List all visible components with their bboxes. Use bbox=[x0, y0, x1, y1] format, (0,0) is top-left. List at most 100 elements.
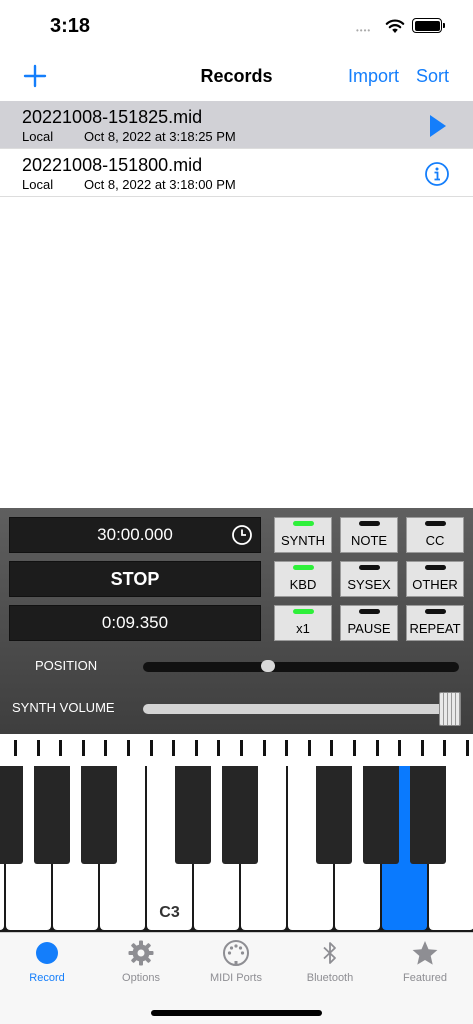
piano-keyboard: C3C4 bbox=[0, 734, 473, 932]
key-label-c3: C3 bbox=[159, 904, 180, 921]
keyboard-range-ruler[interactable] bbox=[0, 734, 473, 766]
timer-value: 30:00.000 bbox=[97, 525, 173, 544]
position-time: 0:09.350 bbox=[101, 613, 169, 632]
play-icon[interactable] bbox=[424, 113, 450, 139]
record-location: Local bbox=[22, 129, 54, 144]
record-name: 20221008-151800.mid bbox=[22, 155, 203, 175]
record-date: Oct 8, 2022 at 3:18:25 PM bbox=[84, 129, 236, 144]
volume-slider-thumb[interactable] bbox=[439, 692, 461, 726]
tab-options[interactable]: Options bbox=[94, 933, 188, 993]
home-indicator bbox=[151, 1010, 322, 1016]
black-key-a3-sharp[interactable] bbox=[410, 766, 446, 864]
ruler-tick bbox=[466, 740, 469, 756]
control-panel: 30:00.000 STOP 0:09.350 SYNTH NOTE CC KB… bbox=[0, 508, 473, 734]
ruler-tick bbox=[285, 740, 289, 756]
black-key-g3-sharp[interactable] bbox=[363, 766, 399, 864]
toggle-label: NOTE bbox=[350, 533, 388, 548]
position-slider-track[interactable] bbox=[143, 662, 459, 672]
toggle-label: PAUSE bbox=[347, 621, 391, 636]
note-toggle[interactable]: NOTE bbox=[340, 517, 398, 553]
ruler-tick bbox=[398, 740, 402, 756]
volume-slider-track[interactable] bbox=[143, 704, 453, 714]
repeat-toggle[interactable]: REPEAT bbox=[406, 605, 464, 641]
led-indicator bbox=[359, 521, 380, 526]
tab-featured[interactable]: Featured bbox=[378, 933, 472, 993]
toggle-label: KBD bbox=[289, 577, 317, 592]
record-row[interactable]: 20221008-151825.mid Local Oct 8, 2022 at… bbox=[0, 101, 473, 149]
sort-button[interactable]: Sort bbox=[416, 66, 449, 87]
ruler-tick bbox=[81, 740, 85, 756]
midi-port-icon bbox=[223, 940, 249, 966]
position-time-display: 0:09.350 bbox=[9, 605, 261, 641]
ruler-tick bbox=[262, 740, 266, 756]
led-indicator bbox=[425, 565, 446, 570]
app-screen: 3:18 •••• Records Import Sort 20221008-1… bbox=[0, 0, 473, 1024]
bluetooth-icon bbox=[323, 942, 336, 964]
tab-bluetooth[interactable]: Bluetooth bbox=[283, 933, 377, 993]
timer-display[interactable]: 30:00.000 bbox=[9, 517, 261, 553]
cc-toggle[interactable]: CC bbox=[406, 517, 464, 553]
ruler-tick bbox=[353, 740, 356, 756]
status-bar: 3:18 •••• bbox=[0, 0, 473, 54]
other-toggle[interactable]: OTHER bbox=[406, 561, 464, 597]
led-indicator bbox=[359, 609, 380, 614]
tab-label: MIDI Ports bbox=[210, 972, 262, 984]
wifi-icon bbox=[385, 19, 405, 33]
record-row[interactable]: 20221008-151800.mid Local Oct 8, 2022 at… bbox=[0, 149, 473, 197]
gear-icon bbox=[128, 940, 154, 966]
ruler-tick bbox=[217, 740, 221, 756]
status-time: 3:18 bbox=[50, 15, 91, 37]
position-slider-thumb[interactable] bbox=[260, 660, 275, 672]
ruler-tick bbox=[375, 740, 379, 756]
tab-label: Bluetooth bbox=[306, 972, 354, 984]
ruler-tick bbox=[420, 740, 424, 756]
tab-label: Featured bbox=[402, 972, 448, 984]
ruler-tick bbox=[307, 740, 311, 756]
add-button[interactable] bbox=[22, 63, 48, 89]
battery-nub bbox=[443, 23, 445, 28]
speed-toggle[interactable]: x1 bbox=[274, 605, 332, 641]
star-icon bbox=[412, 941, 438, 965]
synth-toggle[interactable]: SYNTH bbox=[274, 517, 332, 553]
ruler-tick bbox=[240, 740, 243, 756]
ruler-tick bbox=[172, 740, 176, 756]
sysex-toggle[interactable]: SYSEX bbox=[340, 561, 398, 597]
black-key-c3-sharp[interactable] bbox=[175, 766, 211, 864]
toggle-label: SYNTH bbox=[280, 533, 326, 548]
tab-record[interactable]: Record bbox=[0, 933, 94, 993]
tab-label: Options bbox=[122, 972, 160, 984]
toggle-label: SYSEX bbox=[347, 577, 391, 592]
cellular-dots: •••• bbox=[356, 26, 372, 35]
ruler-tick bbox=[127, 740, 130, 756]
toggle-label: x1 bbox=[296, 621, 310, 636]
pause-toggle[interactable]: PAUSE bbox=[340, 605, 398, 641]
black-key-a2-sharp[interactable] bbox=[81, 766, 117, 864]
ruler-tick bbox=[149, 740, 153, 756]
record-icon bbox=[36, 942, 58, 964]
navigation-bar: Records Import Sort bbox=[0, 54, 473, 100]
clock-icon[interactable] bbox=[231, 524, 253, 546]
black-key-g2-sharp[interactable] bbox=[34, 766, 70, 864]
ruler-tick bbox=[36, 740, 40, 756]
toggle-label: OTHER bbox=[412, 577, 458, 592]
page-title: Records bbox=[200, 66, 273, 86]
stop-button[interactable]: STOP bbox=[9, 561, 261, 597]
led-indicator bbox=[425, 609, 446, 614]
toggle-label: REPEAT bbox=[409, 621, 461, 636]
led-indicator bbox=[293, 565, 314, 570]
piano-keys: C3C4 bbox=[0, 766, 473, 932]
record-list: 20221008-151825.mid Local Oct 8, 2022 at… bbox=[0, 101, 473, 197]
kbd-toggle[interactable]: KBD bbox=[274, 561, 332, 597]
black-key-d3-sharp[interactable] bbox=[222, 766, 258, 864]
stop-label: STOP bbox=[110, 568, 160, 589]
synth-volume-label: SYNTH VOLUME bbox=[12, 700, 115, 715]
tab-label: Record bbox=[29, 972, 65, 984]
led-indicator bbox=[359, 565, 380, 570]
toggle-label: CC bbox=[425, 533, 445, 548]
import-button[interactable]: Import bbox=[348, 66, 399, 87]
led-indicator bbox=[293, 609, 314, 614]
info-icon[interactable] bbox=[424, 161, 450, 187]
tab-midi-ports[interactable]: MIDI Ports bbox=[189, 933, 283, 993]
black-key-f2-sharp[interactable] bbox=[0, 766, 23, 864]
black-key-f3-sharp[interactable] bbox=[316, 766, 352, 864]
